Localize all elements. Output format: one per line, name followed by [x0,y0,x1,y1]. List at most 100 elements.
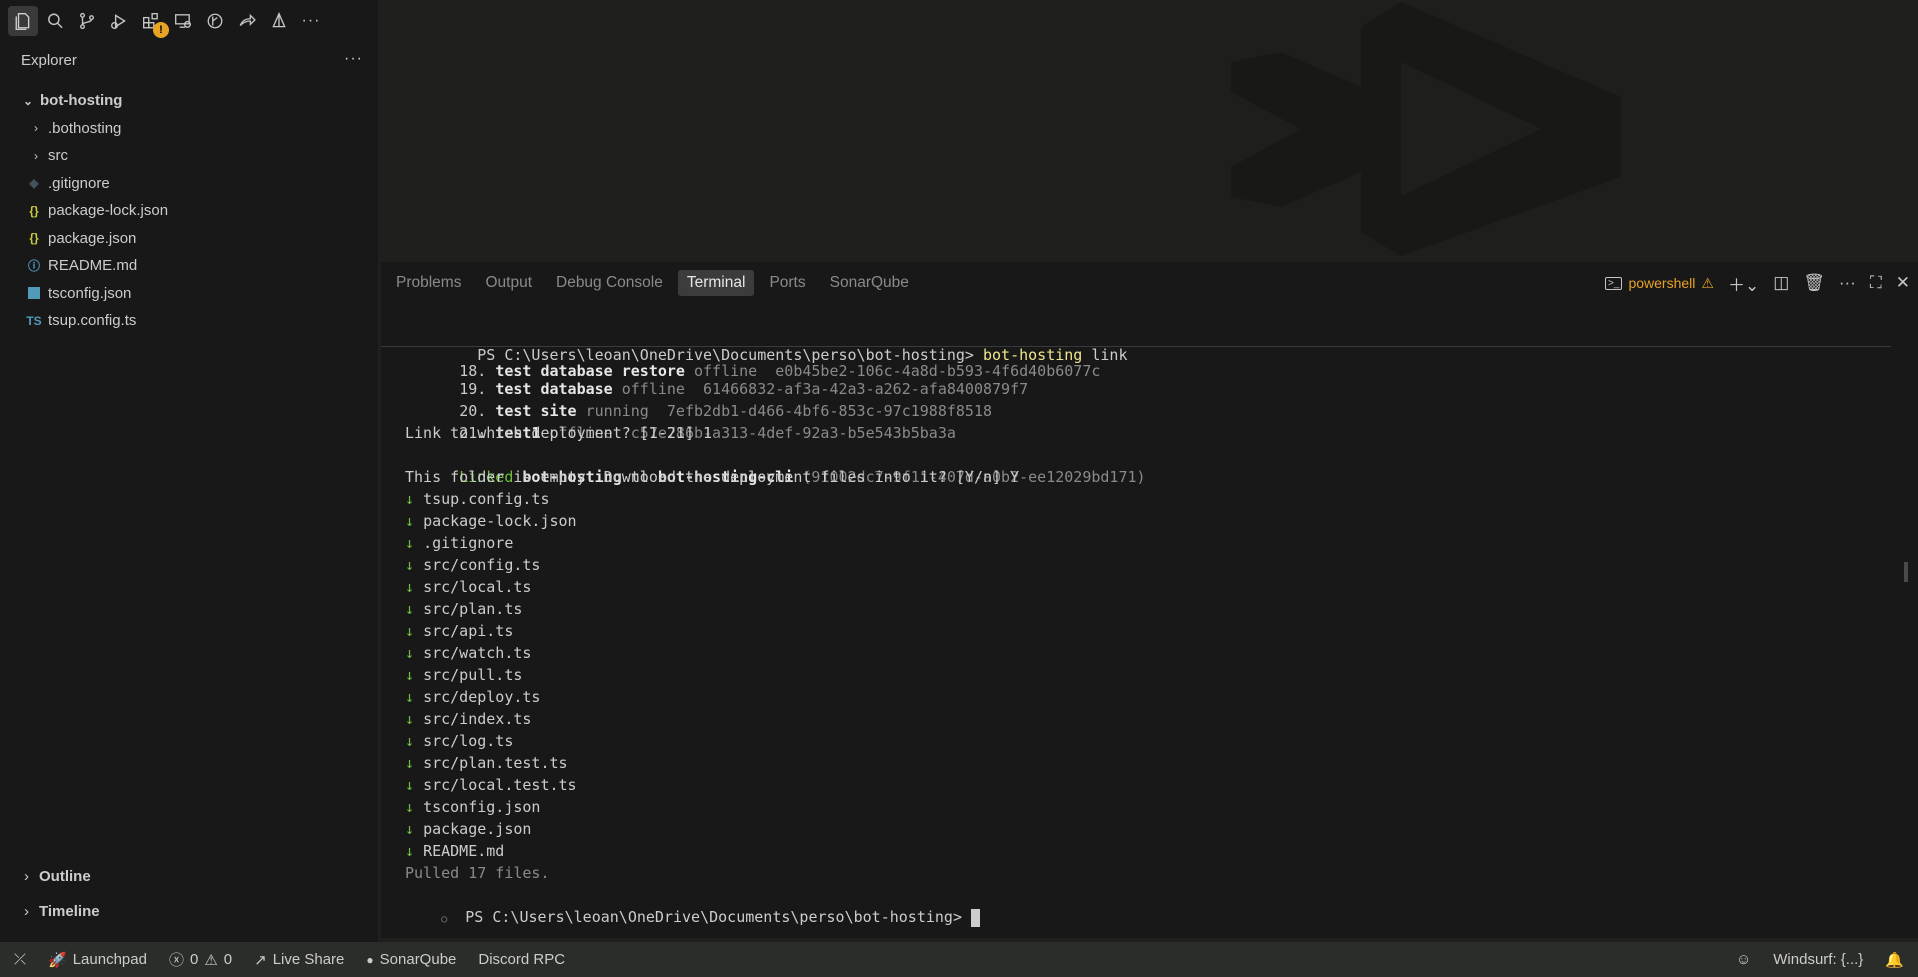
terminal-command: bot-hosting [982,346,1083,364]
pulled-file-name: package.json [423,820,532,838]
tree-item-src[interactable]: › src [0,142,378,170]
pulled-file-line: ↓ tsup.config.ts [405,488,550,510]
typescript-icon: TS [26,313,42,328]
sidebar: ! ··· Explorer ··· ⌄ bot-hosting › .both… [0,0,378,942]
pulled-file-name: package-lock.json [423,512,577,530]
tree-item-tsconfig[interactable]: tsconfig.json [0,280,378,308]
explorer-more-icon[interactable]: ··· [344,50,363,68]
status-dot-icon: ● [366,952,374,967]
pulled-file-line: ↓ src/plan.test.ts [405,752,568,774]
tab-output[interactable]: Output [476,270,541,296]
arrow-down-icon: ↓ [405,644,415,662]
pulled-file-line: ↓ src/pull.ts [405,664,522,686]
tree-item-gitignore[interactable]: ◆ .gitignore [0,170,378,198]
deployment-line: 21. test1 offline c57e786b-a313-4def-92a… [459,424,956,442]
arrow-down-icon: ↓ [405,820,415,838]
problems-status[interactable]: ⓧ 0 ⚠ 0 [169,949,232,970]
tab-sonarqube[interactable]: SonarQube [821,270,918,296]
windsurf-status[interactable]: Windsurf: {...} [1773,951,1863,968]
pulled-file-name: src/watch.ts [423,644,532,662]
tab-problems[interactable]: Problems [387,270,470,296]
error-icon: ⓧ [168,952,184,969]
tree-item-readme[interactable]: ⓘ README.md [0,252,378,280]
terminal-shell-selector[interactable]: >_ powershell ⚠ [1605,275,1714,292]
warning-badge-icon: ! [153,22,169,38]
tree-item-tsup-config[interactable]: TS tsup.config.ts [0,307,378,335]
split-terminal-icon[interactable]: ◫ [1773,273,1789,293]
source-control-icon[interactable] [72,6,102,36]
linked-line: Linked bot-hosting to bot-hosting-cli (9… [459,468,1146,486]
pulled-file-line: ↓ .gitignore [405,532,513,554]
arrow-down-icon: ↓ [405,490,415,508]
outline-section[interactable]: › Outline [24,868,91,885]
tree-item-package-json[interactable]: {} package.json [0,225,378,253]
more-icon[interactable]: ··· [296,6,326,36]
remote-indicator-icon[interactable]: ⤫ [14,951,26,968]
bell-icon[interactable]: 🔔 [1885,951,1904,969]
arrow-down-icon: ↓ [405,578,415,596]
close-panel-icon[interactable]: ✕ [1896,273,1910,293]
final-prompt-line: ○ PS C:\Users\leoan\OneDrive\Documents\p… [387,884,981,927]
explorer-title: Explorer [21,52,77,69]
pulled-file-line: ↓ src/plan.ts [405,598,522,620]
remote-explorer-icon[interactable] [168,6,198,36]
deployment-line: 20. test site running 7efb2db1-d466-4bf6… [459,402,993,420]
pulled-file-line: ↓ README.md [405,840,504,862]
chevron-down-icon: ⌄ [22,93,34,108]
warning-icon: ⚠ [1701,274,1714,291]
extensions-icon[interactable]: ! [136,6,169,38]
live-share-icon: ↗ [254,951,267,969]
arrow-down-icon: ↓ [405,688,415,706]
explorer-icon[interactable] [8,6,38,36]
pulled-file-name: src/log.ts [423,732,514,750]
pulled-file-line: ↓ tsconfig.json [405,796,540,818]
tab-debug-console[interactable]: Debug Console [547,270,672,296]
panel-actions: >_ powershell ⚠ ＋⌄ ◫ 🗑 ··· ⛶ ✕ [1605,270,1910,296]
pulled-file-line: ↓ src/log.ts [405,730,513,752]
tree-item-bothosting[interactable]: › .bothosting [0,115,378,143]
windsurf-icon[interactable] [264,6,294,36]
tab-ports[interactable]: Ports [760,270,814,296]
pulled-file-name: src/pull.ts [423,666,523,684]
launchpad-button[interactable]: 🚀 Launchpad [48,951,147,969]
terminal-command-arg: link [1091,346,1128,364]
timeline-section[interactable]: › Timeline [24,903,100,920]
maximize-panel-icon[interactable]: ⛶ [1870,273,1882,293]
more-actions-icon[interactable]: ··· [1839,273,1856,293]
tree-item-package-lock[interactable]: {} package-lock.json [0,197,378,225]
search-icon[interactable] [40,6,70,36]
live-share-button[interactable]: ↗ Live Share [254,951,344,969]
git-icon: ◆ [29,176,39,191]
download-question: This folder is empty. Download the deplo… [405,468,1020,486]
arrow-down-icon: ↓ [405,710,415,728]
arrow-down-icon: ↓ [405,798,415,816]
gitlens-icon[interactable] [200,6,230,36]
sonarqube-status[interactable]: ● SonarQube [366,951,456,968]
terminal-scrollbar[interactable] [1904,562,1908,582]
arrow-down-icon: ↓ [405,534,415,552]
arrow-down-icon: ↓ [405,776,415,794]
terminal[interactable]: PS C:\Users\leoan\OneDrive\Documents\per… [381,320,1901,927]
tab-terminal[interactable]: Terminal [677,270,755,296]
arrow-down-icon: ↓ [405,842,415,860]
tree-root-bot-hosting[interactable]: ⌄ bot-hosting [0,87,378,115]
pulled-file-name: src/plan.test.ts [423,754,568,772]
json-icon: {} [29,203,39,218]
arrow-down-icon: ↓ [405,556,415,574]
live-share-icon[interactable] [232,6,262,36]
chevron-right-icon: › [24,868,29,885]
pulled-file-line: ↓ src/local.ts [405,576,531,598]
new-terminal-icon[interactable]: ＋⌄ [1728,271,1759,296]
link-question: Link to which deployment? [1-21] 1 [405,424,713,442]
pulled-file-name: tsconfig.json [423,798,541,816]
editor-area[interactable] [381,2,1918,256]
copilot-icon[interactable]: ☺ [1736,951,1751,968]
pulled-file-name: src/api.ts [423,622,514,640]
run-debug-icon[interactable] [104,6,134,36]
trash-icon[interactable]: 🗑 [1803,273,1825,293]
activity-bar: ! ··· [8,6,326,38]
discord-rpc-status[interactable]: Discord RPC [478,951,565,968]
arrow-down-icon: ↓ [405,622,415,640]
pulled-file-name: .gitignore [423,534,514,552]
chevron-right-icon: › [24,903,29,920]
